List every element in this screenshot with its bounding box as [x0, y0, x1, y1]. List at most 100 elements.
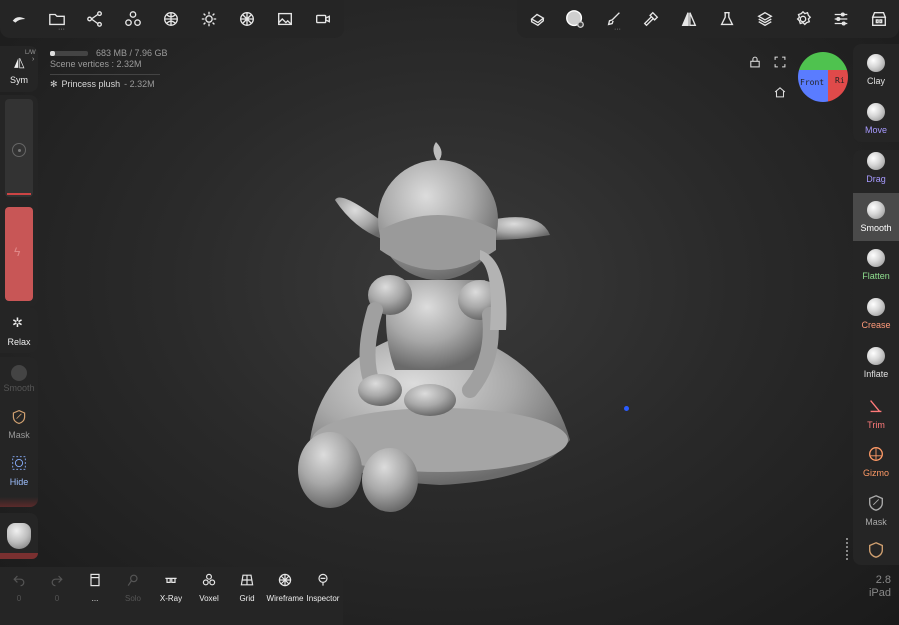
version-number: 2.8	[875, 574, 891, 586]
hide-label-left: Hide	[9, 477, 29, 487]
object-vertices: - 2.32M	[124, 79, 155, 89]
tool-crease-label: Crease	[861, 320, 891, 330]
tool-mask-label: Mask	[865, 517, 887, 527]
relax-panel[interactable]: ✲ Relax	[0, 307, 38, 353]
chevron-right-icon: ›	[32, 56, 35, 63]
undo-button[interactable]: 0	[0, 572, 38, 603]
logo-icon[interactable]	[8, 8, 30, 30]
tool-move-label: Move	[864, 125, 887, 135]
object-name[interactable]: Princess plush	[62, 79, 121, 90]
material-ball-icon[interactable]	[236, 8, 258, 30]
tool-smooth-label: Smooth	[860, 223, 892, 233]
store-icon[interactable]	[868, 8, 890, 30]
tool-drag[interactable]: Drag	[853, 148, 899, 194]
multi-object-icon[interactable]	[122, 8, 144, 30]
pivot-marker	[624, 406, 629, 411]
scroll-handle[interactable]	[846, 538, 851, 560]
sliders-panel: ϟ	[0, 95, 38, 307]
voxel-button[interactable]: Voxel	[190, 572, 228, 603]
tool-drag-label: Drag	[866, 174, 886, 184]
inspector-label: Inspector	[306, 594, 340, 603]
orientation-cube[interactable]: Front Ri	[798, 52, 848, 102]
tool-crease[interactable]: Crease	[853, 294, 899, 340]
tool-inflate[interactable]: Inflate	[853, 343, 899, 389]
hide-tool-left[interactable]: Hide	[0, 451, 38, 495]
top-toolbar-right: ···	[517, 0, 899, 38]
wireframe-button[interactable]: Wireframe	[266, 572, 304, 603]
solo-button[interactable]: Solo	[114, 572, 152, 603]
mask-shield-icon	[0, 409, 38, 430]
mask-extra-icon[interactable]	[867, 541, 885, 564]
flask-icon[interactable]	[716, 8, 738, 30]
tool-gizmo-label: Gizmo	[862, 468, 889, 478]
lightning-icon: ϟ	[14, 245, 21, 259]
grid-label: Grid	[239, 594, 255, 603]
tool-mask[interactable]: Mask	[853, 490, 899, 536]
layers-icon[interactable]	[754, 8, 776, 30]
smooth-ball-icon	[11, 365, 27, 381]
camera-icon[interactable]	[312, 8, 334, 30]
sliders-icon[interactable]	[830, 8, 852, 30]
inflate-ball-icon	[867, 347, 885, 365]
smooth-label-left: Smooth	[3, 383, 35, 393]
scene-graph-icon[interactable]	[84, 8, 106, 30]
mask-icon-right	[867, 494, 885, 514]
hammer-icon[interactable]	[640, 8, 662, 30]
sculpt-model[interactable]	[280, 140, 580, 520]
tool-clay-label: Clay	[866, 76, 885, 86]
sym-panel[interactable]: L/W › Sym	[0, 46, 38, 92]
gizmo-icon	[867, 445, 885, 465]
tool-trim[interactable]: Trim	[853, 392, 899, 438]
voxel-label: Voxel	[199, 594, 219, 603]
tool-trim-label: Trim	[867, 420, 885, 430]
crease-ball-icon	[867, 298, 885, 316]
tool-move[interactable]: Move	[853, 99, 899, 145]
sphere-grid-icon[interactable]	[160, 8, 182, 30]
brush-sphere-icon[interactable]	[563, 7, 587, 31]
radius-slider[interactable]	[5, 99, 33, 197]
light-icon[interactable]	[198, 8, 220, 30]
mask-tool-left[interactable]: Mask	[0, 405, 38, 449]
memory-bar	[50, 51, 88, 56]
tool-flatten[interactable]: Flatten	[853, 245, 899, 291]
secondary-tools-panel: Smooth Mask Hide	[0, 357, 38, 507]
tool-clay[interactable]: Clay	[853, 50, 899, 96]
material-preview-panel[interactable]	[0, 513, 38, 559]
xray-button[interactable]: X-Ray	[152, 572, 190, 603]
tool-gizmo[interactable]: Gizmo	[853, 441, 899, 487]
notebook-button[interactable]: ...	[76, 572, 114, 603]
brush-dots: ···	[614, 26, 621, 33]
wireframe-label: Wireframe	[266, 594, 304, 603]
flatten-ball-icon	[867, 249, 885, 267]
home-icon[interactable]	[773, 85, 787, 104]
mask-label-left: Mask	[8, 430, 30, 440]
symmetry-icon-left	[12, 56, 26, 75]
cube-front-label: Front	[800, 78, 825, 87]
version-info: 2.8 iPad	[869, 574, 891, 600]
tool-flatten-label: Flatten	[862, 271, 890, 281]
sym-label: Sym	[10, 75, 28, 85]
settings-icon[interactable]	[792, 8, 814, 30]
image-icon[interactable]	[274, 8, 296, 30]
tool-smooth[interactable]: Smooth	[853, 193, 899, 241]
symmetry-icon[interactable]	[678, 8, 700, 30]
xray-label: X-Ray	[159, 594, 183, 603]
fullscreen-icon[interactable]	[773, 55, 787, 74]
memory-usage: 683 MB / 7.96 GB	[96, 48, 168, 58]
grid-button[interactable]: Grid	[228, 572, 266, 603]
stamp-icon[interactable]	[526, 8, 548, 30]
redo-button[interactable]: 0	[38, 572, 76, 603]
drag-ball-icon	[867, 152, 885, 170]
material-preview-icon	[7, 523, 31, 549]
folder-dots: ···	[58, 26, 65, 33]
inspector-button[interactable]: Inspector	[304, 572, 342, 603]
top-toolbar-left: ···	[0, 0, 344, 38]
solo-label: Solo	[124, 594, 141, 603]
relax-label: Relax	[7, 337, 31, 347]
smooth-tool-left[interactable]: Smooth	[0, 359, 38, 403]
lock-icon[interactable]	[748, 55, 762, 74]
cube-right-label: Ri	[835, 76, 845, 85]
intensity-slider[interactable]: ϟ	[5, 207, 33, 301]
smooth-ball-icon-right	[867, 201, 885, 219]
scene-vertices: Scene vertices : 2.32M	[50, 59, 142, 69]
